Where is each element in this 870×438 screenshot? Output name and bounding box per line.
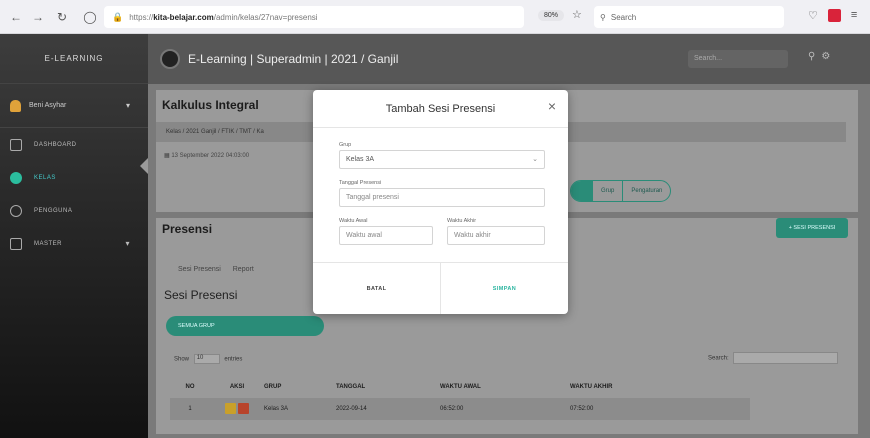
app-logo [160,49,180,69]
grup-select[interactable]: Kelas 3A ⌄ [339,150,545,169]
forward-icon[interactable]: → [28,7,48,27]
modal-title: Tambah Sesi Presensi [385,102,496,115]
tab-presensi-active[interactable] [571,181,593,201]
page-title: Kalkulus Integral [162,98,259,112]
waktu-awal-input[interactable]: Waktu awal [339,226,433,245]
add-session-button[interactable]: + SESI PRESENSI [776,218,848,238]
sidebar-item-dashboard[interactable]: DASHBOARD [0,128,148,161]
table-search: Search: [708,352,838,364]
table-header: NO AKSI GRUP TANGGAL WAKTU AWAL WAKTU AK… [170,376,750,398]
close-icon[interactable]: × [548,98,556,114]
waktu-akhir-input[interactable]: Waktu akhir [447,226,545,245]
shield-icon[interactable]: ◯ [80,7,100,27]
user-avatar-icon [10,99,21,112]
settings-icon[interactable]: ⚙ [821,51,836,62]
sidebar-item-kelas[interactable]: KELAS [0,161,148,194]
waktu-awal-label: Waktu Awal [339,218,368,224]
user-menu[interactable]: Beni Asyhar ▾ [0,84,148,128]
user-icon [10,204,22,217]
url-text: https://kita-belajar.com/admin/kelas/27n… [129,12,318,22]
app-title: E-Learning | Superadmin | 2021 / Ganjil [188,52,399,66]
pocket-icon[interactable]: ♡ [808,9,818,22]
zoom-level[interactable]: 80% [538,10,565,21]
sidebar: E-LEARNING Beni Asyhar ▾ DASHBOARD KELAS… [0,34,148,438]
reload-icon[interactable]: ↻ [52,7,72,27]
extension-icon[interactable] [827,9,841,22]
cancel-button[interactable]: BATAL [313,263,441,314]
menu-icon[interactable]: ≡ [851,9,857,22]
tambah-sesi-modal: Tambah Sesi Presensi × Grup Kelas 3A ⌄ T… [313,90,568,314]
chevron-down-icon: ⌄ [532,156,538,163]
active-indicator [140,158,148,174]
sidebar-item-pengguna[interactable]: PENGGUNA [0,194,148,227]
brand-logo: E-LEARNING [0,34,148,84]
back-icon[interactable]: ← [6,7,26,27]
modal-footer: BATAL SIMPAN [313,262,568,314]
tab-report[interactable]: Report [233,266,254,273]
browser-toolbar: ← → ↻ ◯ 🔒 https://kita-belajar.com/admin… [0,0,870,34]
search-icon[interactable]: ⚲ [808,51,821,62]
sessions-table: NO AKSI GRUP TANGGAL WAKTU AWAL WAKTU AK… [170,376,750,420]
bookmark-star-icon[interactable]: ☆ [572,8,582,21]
tab-sesi-presensi[interactable]: Sesi Presensi [178,266,221,273]
chevron-down-icon: ▾ [125,101,130,110]
tab-grup[interactable]: Grup [592,181,622,201]
date-line: ▦ 13 September 2022 04:03:00 [164,153,250,159]
save-button[interactable]: SIMPAN [441,263,568,314]
edit-icon[interactable] [225,402,236,414]
semua-grup-button[interactable]: SEMUA GRUP [166,316,324,336]
browser-search[interactable]: ⚲ Search [594,6,784,28]
sub-title: Sesi Presensi [164,288,238,302]
table-row: 1 Kelas 3A 2022-09-14 06:52:00 07:52:00 [170,398,750,420]
dashboard-icon [10,138,22,151]
sidebar-item-master[interactable]: MASTER ▾ [0,227,148,260]
top-search-input[interactable]: Search... [688,50,788,68]
master-icon [10,237,22,250]
modal-header: Tambah Sesi Presensi × [313,90,568,128]
kelas-icon [10,171,22,184]
class-tabs: Grup Pengaturan [570,180,672,202]
section-title: Presensi [162,222,213,236]
delete-icon[interactable] [238,402,249,414]
subtabs: Sesi Presensi Report [178,266,264,273]
search-icon: ⚲ [600,12,606,22]
tanggal-label: Tanggal Presensi [339,180,382,186]
tanggal-input[interactable]: Tanggal presensi [339,188,545,207]
top-header: E-Learning | Superadmin | 2021 / Ganjil … [148,34,870,84]
show-entries: Show 10 entries [174,354,243,364]
table-search-input[interactable] [732,352,838,364]
grup-label: Grup [339,142,352,148]
address-bar[interactable]: 🔒 https://kita-belajar.com/admin/kelas/2… [104,6,524,28]
tab-pengaturan[interactable]: Pengaturan [622,181,670,201]
waktu-akhir-label: Waktu Akhir [447,218,477,224]
lock-icon: 🔒 [112,11,124,22]
entries-select[interactable]: 10 [193,354,220,364]
chevron-down-icon: ▾ [125,239,130,248]
